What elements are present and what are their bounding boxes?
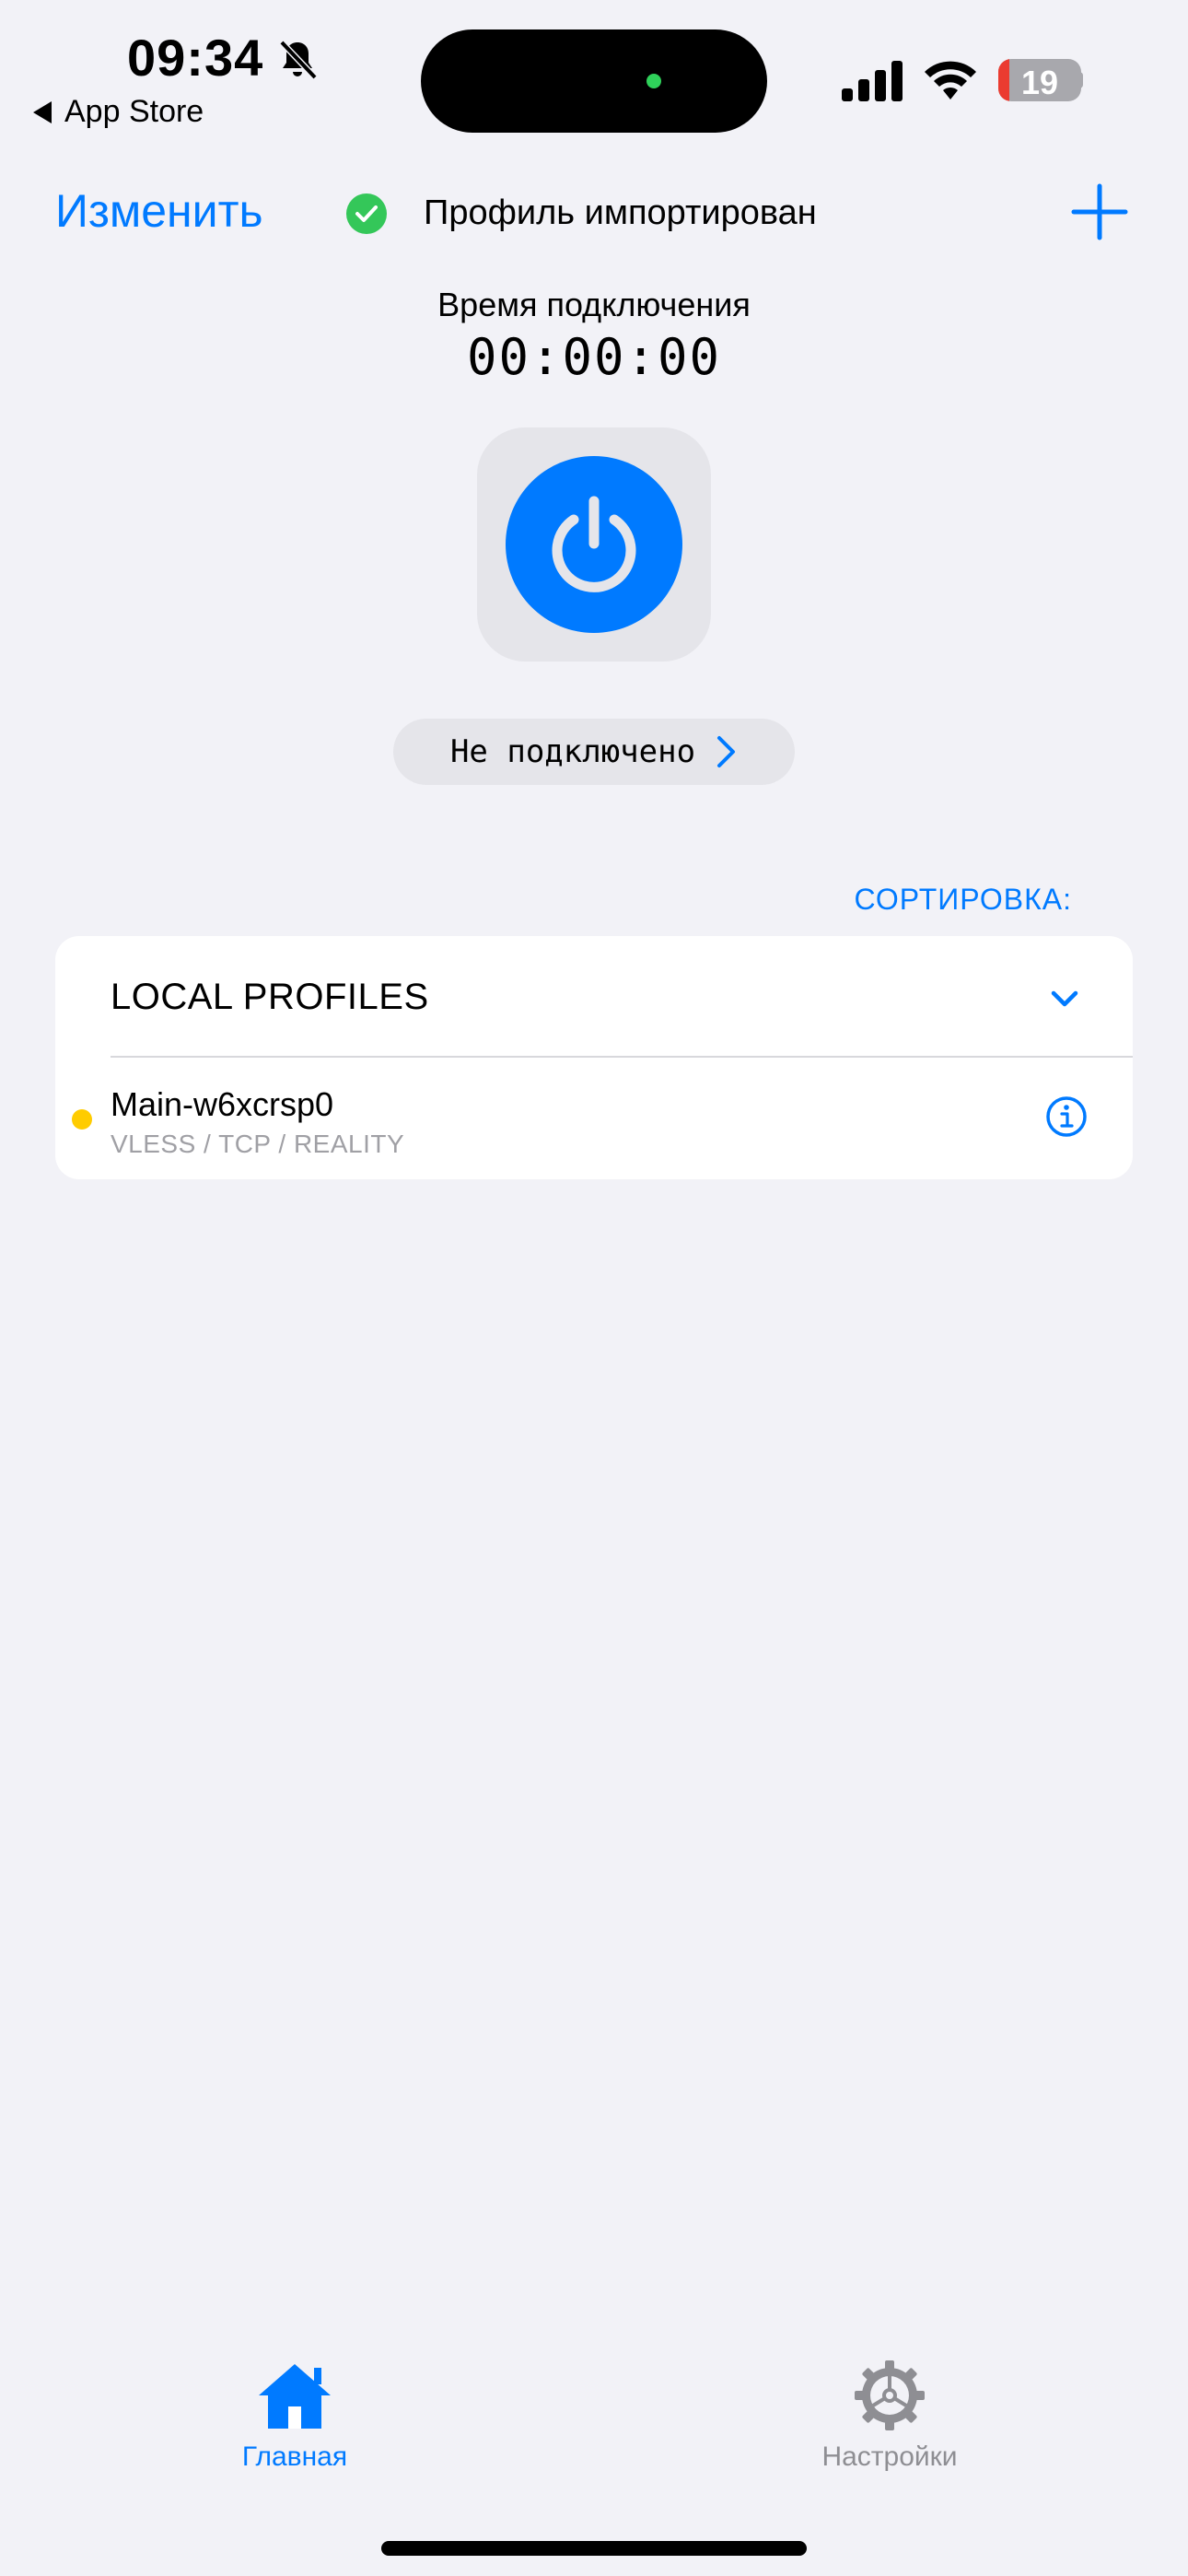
connection-time-value: 00:00:00	[466, 328, 722, 386]
chevron-right-icon	[717, 736, 736, 767]
power-icon	[552, 496, 636, 592]
house-icon	[259, 2364, 331, 2429]
profiles-card: LOCAL PROFILES Main-w6xcrsp0 VLESS / TCP…	[55, 936, 1133, 1179]
gear-icon	[855, 2360, 925, 2430]
tab-settings-label: Настройки	[821, 2441, 958, 2472]
connection-time-label: Время подключения	[437, 286, 751, 323]
back-to-app-store[interactable]: App Store	[33, 94, 204, 130]
battery-level: 19	[1020, 64, 1059, 101]
back-arrow-icon	[33, 100, 52, 123]
bell-slash-icon	[279, 40, 318, 80]
profile-name: Main-w6xcrsp0	[111, 1085, 334, 1123]
edit-button[interactable]: Изменить	[55, 184, 263, 238]
camera-indicator-dot	[646, 74, 661, 88]
back-label: App Store	[64, 94, 204, 129]
profile-protocol: VLESS / TCP / REALITY	[111, 1130, 405, 1158]
import-status-text: Профиль импортирован	[424, 193, 817, 232]
chevron-down-icon	[1051, 990, 1078, 1007]
add-profile-button[interactable]	[1068, 181, 1131, 243]
tab-settings[interactable]: Настройки	[751, 2359, 1028, 2473]
signal-icon	[842, 61, 903, 101]
profile-group-title: LOCAL PROFILES	[111, 977, 429, 1017]
info-icon[interactable]	[1044, 1095, 1089, 1139]
profile-status-dot	[72, 1109, 92, 1130]
status-time: 09:34	[127, 29, 264, 87]
wifi-icon	[925, 61, 976, 100]
sort-button[interactable]: СОРТИРОВКА:	[855, 883, 1073, 917]
battery-icon: 19	[998, 59, 1081, 101]
plus-icon	[1071, 183, 1128, 240]
tab-home-label: Главная	[241, 2441, 348, 2472]
power-button[interactable]	[506, 456, 682, 633]
dynamic-island	[421, 29, 767, 133]
profile-group-header[interactable]: LOCAL PROFILES	[55, 936, 1133, 1056]
profile-row[interactable]: Main-w6xcrsp0 VLESS / TCP / REALITY	[55, 1058, 1133, 1179]
connection-status-pill[interactable]: Не подключено	[393, 719, 795, 785]
tab-home[interactable]: Главная	[157, 2359, 433, 2473]
connection-status-label: Не подключено	[449, 733, 696, 770]
checkmark-circle-icon	[346, 193, 387, 234]
home-indicator	[381, 2541, 807, 2556]
app-screen: 09:34 App Store 19 Изменить Профиль импо…	[0, 0, 1188, 2576]
